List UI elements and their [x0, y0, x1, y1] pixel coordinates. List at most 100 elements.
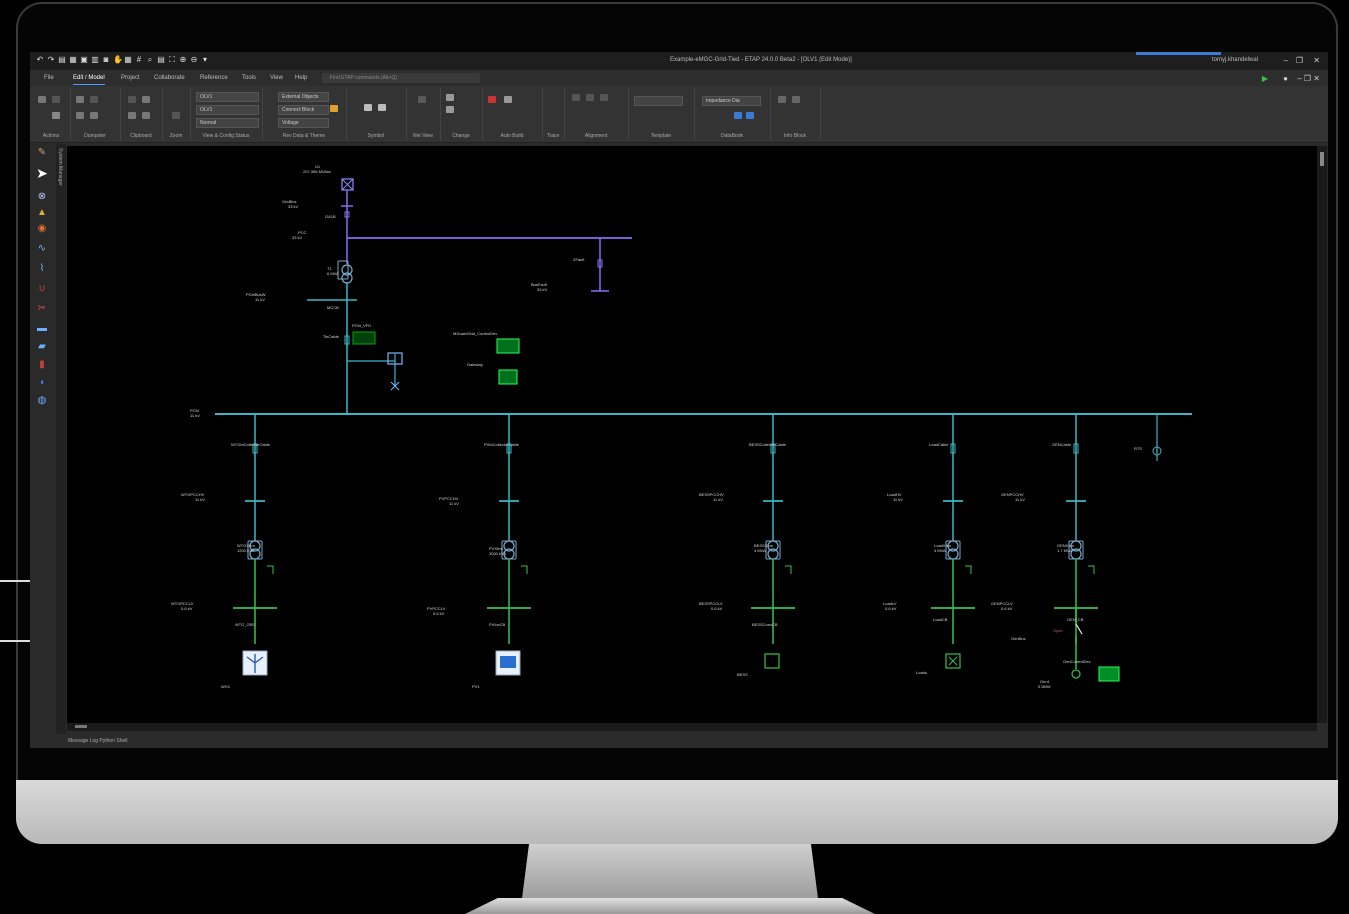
shield-icon[interactable]: ◖: [36, 378, 48, 388]
dumpster-icon[interactable]: [76, 112, 84, 119]
truck-icon[interactable]: ▰: [36, 342, 48, 352]
tab-view[interactable]: View: [270, 75, 283, 81]
minimize-button[interactable]: –: [1284, 56, 1288, 65]
copy-icon[interactable]: [128, 112, 136, 119]
hash-icon[interactable]: #: [135, 56, 143, 64]
signal-icon[interactable]: ⌇: [36, 264, 48, 274]
build-icon[interactable]: [488, 96, 496, 103]
relay-icon[interactable]: ✂: [36, 304, 48, 314]
ribbon-group-alignment: Alignment: [564, 88, 629, 140]
tab-edit-model[interactable]: Edit / Model: [73, 75, 105, 85]
utility-icon[interactable]: ⊗: [36, 192, 48, 202]
grounding-icon: [965, 565, 972, 574]
ribbon-group-change: Change: [440, 88, 483, 140]
group-label: Clipboard: [130, 133, 152, 139]
close-button[interactable]: ✕: [1313, 56, 1320, 65]
horizontal-scrollbar[interactable]: [67, 723, 1317, 731]
redo-icon[interactable]: ↷: [47, 56, 55, 64]
action-icon[interactable]: [38, 96, 46, 103]
status-tabs[interactable]: Message Log Python Shell: [68, 738, 127, 744]
scroll-thumb[interactable]: [1320, 152, 1324, 166]
binoculars-icon[interactable]: ◙: [102, 56, 110, 64]
one-line-diagram-canvas[interactable]: U1 207.356 MVAsc GridBus 33 kV GA1B PCC …: [67, 146, 1317, 723]
align-icon[interactable]: [572, 94, 580, 101]
cursor-icon[interactable]: ➤: [36, 166, 48, 180]
breaker-ga1b-label: GA1B: [325, 214, 336, 219]
build-icon[interactable]: [504, 96, 512, 103]
run-icon[interactable]: ▶: [1262, 74, 1268, 83]
theme-icon[interactable]: [330, 105, 338, 112]
warning-icon[interactable]: ▲: [36, 208, 48, 218]
generator-icon[interactable]: ◉: [36, 224, 48, 234]
search-icon[interactable]: ⌕: [146, 56, 154, 64]
scroll-thumb[interactable]: [75, 725, 87, 728]
external-objects-select[interactable]: External Objects: [278, 92, 329, 102]
paste-icon[interactable]: [142, 96, 150, 103]
info-block-icon[interactable]: [778, 96, 786, 103]
info-block-icon[interactable]: [792, 96, 800, 103]
undo-icon[interactable]: ↶: [36, 56, 44, 64]
t1-rating: 6 MVA: [327, 271, 339, 276]
pan-icon[interactable]: ✋: [113, 56, 123, 64]
open-icon[interactable]: ▣: [80, 56, 88, 64]
print-icon[interactable]: ▦: [69, 56, 77, 64]
zoom-icon[interactable]: [172, 112, 180, 119]
ribbon-group-databook: Impedance Dia DataBook: [694, 88, 771, 140]
symbol-icon[interactable]: [378, 104, 386, 111]
action-icon[interactable]: [52, 112, 60, 119]
tab-reference[interactable]: Reference: [200, 75, 228, 81]
chevron-down-icon[interactable]: ▾: [201, 56, 209, 64]
change-icon[interactable]: [446, 94, 454, 101]
vertical-scrollbar[interactable]: [1317, 146, 1327, 723]
save-icon[interactable]: ▤: [58, 56, 66, 64]
wave-icon[interactable]: ∿: [36, 244, 48, 254]
copy-icon[interactable]: [142, 112, 150, 119]
databook-icon[interactable]: [746, 112, 754, 119]
impedance-select[interactable]: Impedance Dia: [702, 96, 761, 106]
cable-icon[interactable]: ▬: [36, 324, 48, 334]
align-icon[interactable]: [600, 94, 608, 101]
action-icon[interactable]: [52, 96, 60, 103]
connect-block-select[interactable]: Connect Block: [278, 105, 329, 115]
zoom-out-icon[interactable]: ⊖: [190, 56, 198, 64]
status-select[interactable]: Normal: [196, 118, 259, 128]
fit-icon[interactable]: ⛶: [168, 56, 176, 64]
doc-icon[interactable]: ▤: [157, 56, 165, 64]
dumpster-icon[interactable]: [90, 96, 98, 103]
change-icon[interactable]: [446, 106, 454, 113]
help-icon[interactable]: ●: [1283, 74, 1288, 83]
align-icon[interactable]: [586, 94, 594, 101]
grid-icon[interactable]: ▦: [124, 56, 132, 64]
zoom-in-icon[interactable]: ⊕: [179, 56, 187, 64]
restore-button[interactable]: ❐: [1296, 56, 1303, 65]
gen-controller-label: GenControlDev: [1063, 659, 1091, 664]
dumpster-icon[interactable]: [90, 112, 98, 119]
symbol-icon[interactable]: [364, 104, 372, 111]
tab-project[interactable]: Project: [121, 75, 140, 81]
databook-icon[interactable]: [734, 112, 742, 119]
tab-help[interactable]: Help: [295, 75, 307, 81]
feeder-cable-label: PVtoCollectorCable: [484, 442, 519, 447]
folder-icon[interactable]: ▥: [91, 56, 99, 64]
element-toolbar: ✎ ➤ ⊗ ▲ ◉ ∿ ⌇ ∪ ✂ ▬ ▰ ▮ ◖ ◍: [30, 144, 56, 744]
battery-icon[interactable]: ▮: [36, 360, 48, 370]
ribbon-group-trace: Trace: [542, 88, 565, 140]
system-manager-tab[interactable]: System Manager: [56, 144, 66, 744]
net-view-icon[interactable]: [418, 96, 426, 103]
pencil-icon[interactable]: ✎: [36, 148, 48, 158]
cut-icon[interactable]: [128, 96, 136, 103]
ribbon-group-actions: Actions: [32, 88, 71, 140]
tab-tools[interactable]: Tools: [242, 75, 256, 81]
magnet-icon[interactable]: ∪: [36, 284, 48, 294]
template-select[interactable]: [634, 96, 683, 106]
command-search-input[interactable]: Find ETAP commands (Alt+Q): [322, 73, 480, 83]
tab-file[interactable]: File: [44, 75, 54, 81]
globe-icon[interactable]: ◍: [36, 396, 48, 406]
dumpster-icon[interactable]: [76, 96, 84, 103]
ribbon-group-template: Template: [628, 88, 695, 140]
voltage-select[interactable]: Voltage: [278, 118, 329, 128]
ribbon-controls-icon[interactable]: – ❐ ✕: [1297, 74, 1320, 83]
config-select[interactable]: OLV1: [196, 105, 259, 115]
tab-collaborate[interactable]: Collaborate: [154, 75, 185, 81]
view-select[interactable]: OLV1: [196, 92, 259, 102]
